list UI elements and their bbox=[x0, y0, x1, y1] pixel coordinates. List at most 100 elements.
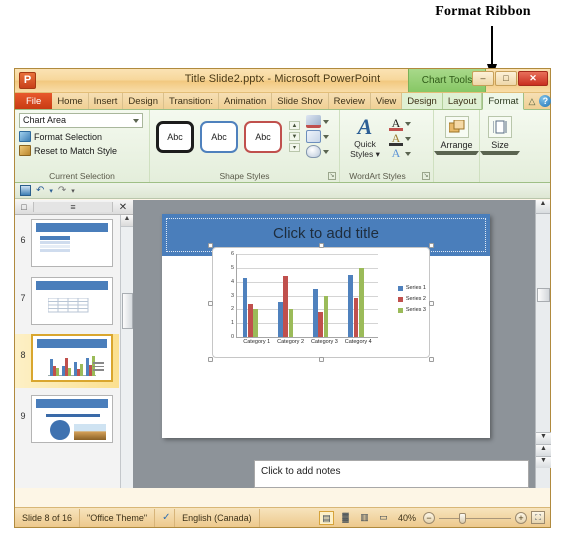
chart-bar[interactable] bbox=[288, 309, 294, 337]
chevron-down-icon[interactable] bbox=[405, 137, 411, 141]
format-selection-button[interactable]: Format Selection bbox=[19, 131, 145, 142]
size-button[interactable]: Size bbox=[480, 116, 520, 155]
list-item[interactable]: 7 bbox=[15, 277, 119, 325]
tab-review[interactable]: Review bbox=[329, 93, 371, 109]
shape-effects-button[interactable] bbox=[306, 145, 329, 158]
scrollbar-thumb[interactable] bbox=[537, 288, 550, 302]
shape-outline-button[interactable] bbox=[306, 130, 329, 143]
thumbnail-slide-7[interactable] bbox=[31, 277, 113, 325]
wordart-styles-dialog-launcher[interactable]: ↘ bbox=[422, 172, 430, 180]
thumbnail-slide-9[interactable] bbox=[31, 395, 113, 443]
shape-style-1[interactable]: Abc bbox=[156, 120, 194, 153]
gallery-scroll-down-button[interactable]: ▼ bbox=[289, 132, 300, 141]
reading-view-button[interactable]: ▥ bbox=[357, 511, 372, 525]
scroll-up-button[interactable]: ▲ bbox=[536, 200, 550, 214]
chart-bar[interactable] bbox=[283, 276, 288, 337]
slide-panel-scrollbar[interactable]: ▲ bbox=[120, 215, 133, 488]
close-panel-button[interactable]: ✕ bbox=[113, 202, 133, 213]
slide-count-label[interactable]: Slide 8 of 16 bbox=[15, 508, 81, 527]
chevron-up-icon[interactable]: △ bbox=[528, 96, 535, 107]
chevron-down-icon[interactable] bbox=[434, 151, 479, 155]
tab-file[interactable]: File bbox=[15, 93, 53, 109]
chevron-down-icon[interactable] bbox=[323, 149, 329, 154]
reset-to-match-style-button[interactable]: Reset to Match Style bbox=[19, 145, 145, 156]
chevron-down-icon[interactable] bbox=[405, 152, 411, 156]
zoom-out-button[interactable]: − bbox=[423, 511, 435, 524]
chart-bar[interactable] bbox=[313, 288, 318, 337]
list-item[interactable]: 8 bbox=[15, 334, 119, 388]
tab-view[interactable]: View bbox=[371, 93, 403, 109]
language-label[interactable]: English (Canada) bbox=[175, 508, 260, 527]
chart-bar[interactable] bbox=[318, 312, 324, 337]
customize-qat-icon[interactable]: ▾ bbox=[71, 187, 75, 195]
text-effects-button[interactable]: A bbox=[389, 147, 411, 161]
zoom-slider[interactable] bbox=[439, 512, 511, 524]
list-item[interactable]: 9 bbox=[15, 395, 119, 443]
shape-styles-dialog-launcher[interactable]: ↘ bbox=[328, 172, 336, 180]
tab-slide-show[interactable]: Slide Shov bbox=[272, 93, 329, 109]
gallery-more-button[interactable]: ▾ bbox=[289, 143, 300, 152]
restore-button[interactable]: □ bbox=[495, 71, 517, 86]
chart-bar[interactable] bbox=[348, 274, 354, 337]
gallery-scroll-up-button[interactable]: ▲ bbox=[289, 121, 300, 130]
thumbnail-slide-8[interactable] bbox=[31, 334, 113, 382]
slide-editing-area[interactable]: Click to add title 6 5 4 3 2 1 0 Categor… bbox=[134, 200, 551, 488]
tab-animations[interactable]: Animation bbox=[219, 93, 273, 109]
scrollbar-thumb[interactable] bbox=[122, 293, 133, 329]
undo-dropdown-icon[interactable]: ▾ bbox=[49, 187, 53, 195]
next-slide-button[interactable]: ▼ bbox=[536, 456, 551, 468]
normal-view-button[interactable]: ▤ bbox=[318, 510, 334, 525]
chart-bar[interactable] bbox=[242, 277, 248, 337]
tab-design[interactable]: Design bbox=[123, 93, 164, 109]
chart-bar[interactable] bbox=[323, 295, 329, 337]
slide-canvas[interactable]: Click to add title 6 5 4 3 2 1 0 Categor… bbox=[162, 214, 490, 438]
tab-home[interactable]: Home bbox=[52, 93, 89, 109]
zoom-slider-handle[interactable] bbox=[459, 512, 466, 524]
previous-slide-button[interactable]: ▲ bbox=[536, 444, 551, 456]
slide-show-view-button[interactable]: ▭ bbox=[376, 511, 391, 525]
thumbnail-slide-6[interactable] bbox=[31, 219, 113, 267]
chevron-down-icon[interactable] bbox=[405, 122, 411, 126]
shape-fill-button[interactable] bbox=[306, 115, 329, 128]
tab-chart-layout[interactable]: Layout bbox=[442, 93, 483, 109]
slide-thumbnail-list[interactable]: 6 7 8 9 bbox=[15, 215, 133, 488]
chart-bar[interactable] bbox=[253, 309, 258, 337]
chevron-down-icon[interactable] bbox=[323, 119, 329, 124]
scroll-down-button[interactable]: ▼ bbox=[536, 432, 551, 444]
text-fill-button[interactable]: A bbox=[389, 117, 411, 131]
chart-object[interactable]: 6 5 4 3 2 1 0 Category 1 Category 2 Cate… bbox=[208, 243, 434, 362]
chart-bar[interactable] bbox=[359, 267, 364, 337]
save-icon[interactable] bbox=[20, 185, 31, 196]
chevron-down-icon[interactable] bbox=[133, 119, 139, 123]
chevron-down-icon[interactable] bbox=[480, 151, 520, 155]
shape-style-2[interactable]: Abc bbox=[200, 120, 238, 153]
outline-tab-button[interactable]: ≡ bbox=[33, 202, 113, 212]
text-outline-button[interactable]: A bbox=[389, 132, 411, 146]
slides-tab-button[interactable]: □ bbox=[15, 202, 33, 212]
help-icon[interactable]: ? bbox=[539, 95, 552, 107]
arrange-button[interactable]: Arrange bbox=[434, 116, 479, 155]
chart-bar[interactable] bbox=[353, 298, 359, 337]
tab-format[interactable]: Format bbox=[482, 93, 525, 110]
list-item[interactable]: 6 bbox=[15, 219, 119, 267]
zoom-in-button[interactable]: + bbox=[515, 511, 527, 524]
notes-pane[interactable]: Click to add notes bbox=[254, 460, 529, 488]
spellcheck-icon[interactable]: ✓ bbox=[155, 508, 176, 527]
chart-bar[interactable] bbox=[247, 303, 253, 337]
fit-to-window-button[interactable]: ⛶ bbox=[531, 511, 545, 524]
redo-icon[interactable]: ↷ bbox=[58, 185, 66, 196]
theme-label[interactable]: "Office Theme" bbox=[80, 508, 156, 527]
tab-transitions[interactable]: Transition: bbox=[164, 93, 219, 109]
close-button[interactable]: ✕ bbox=[518, 71, 548, 86]
slide-vertical-scrollbar[interactable]: ▲ ▼ ▲ ▼ bbox=[535, 200, 551, 488]
chevron-down-icon[interactable] bbox=[323, 134, 329, 139]
shape-style-3[interactable]: Abc bbox=[244, 120, 282, 153]
chart-bar[interactable] bbox=[277, 302, 283, 337]
tab-chart-design[interactable]: Design bbox=[402, 93, 443, 109]
undo-icon[interactable]: ↶ bbox=[36, 185, 44, 196]
scroll-up-button[interactable]: ▲ bbox=[121, 215, 133, 227]
minimize-button[interactable]: – bbox=[472, 71, 494, 86]
slide-sorter-view-button[interactable]: ▓ bbox=[338, 511, 353, 525]
chart-element-combo[interactable]: Chart Area bbox=[19, 113, 143, 128]
tab-insert[interactable]: Insert bbox=[89, 93, 124, 109]
